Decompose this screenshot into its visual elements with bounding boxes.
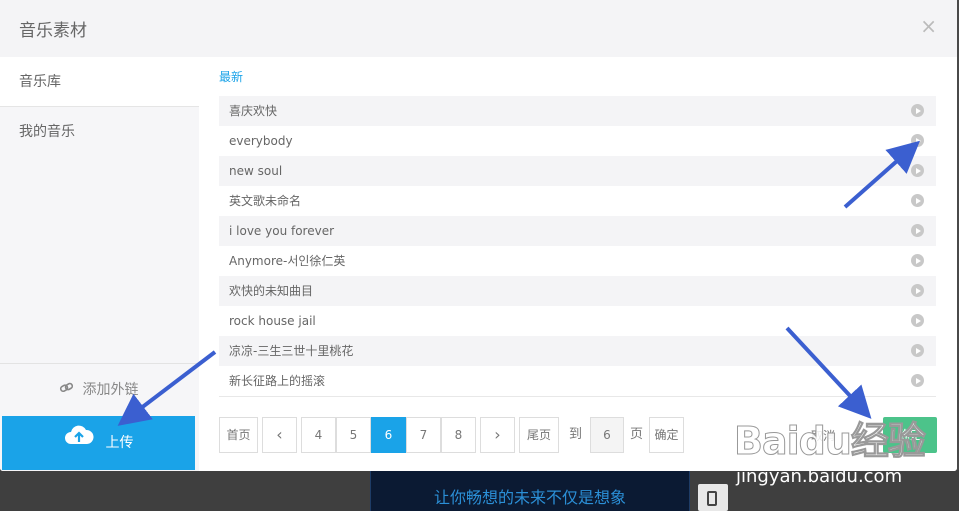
sidebar: 音乐库 我的音乐 添加外链 上传	[0, 57, 199, 471]
music-row[interactable]: i love you forever	[219, 216, 936, 246]
watermark-logo: Baidu经验	[734, 419, 927, 464]
play-icon[interactable]	[911, 194, 924, 207]
background-editor-canvas: 让你畅想的未来不仅是想象	[370, 470, 690, 511]
sidebar-item-my-music[interactable]: 我的音乐	[0, 107, 199, 157]
goto-prefix: 到	[569, 427, 583, 442]
music-row[interactable]: 新长征路上的摇滚	[219, 366, 936, 396]
music-row[interactable]: everybody	[219, 126, 936, 156]
music-row[interactable]: new soul	[219, 156, 936, 186]
music-title: 英文歌未命名	[229, 194, 302, 208]
music-title: new soul	[229, 164, 283, 178]
music-title: everybody	[229, 134, 293, 148]
modal-title: 音乐素材	[19, 21, 87, 41]
cloud-upload-icon	[64, 414, 94, 468]
baidu-watermark: Baidu经验 jingyan.baidu.com	[734, 400, 954, 495]
play-icon[interactable]	[911, 314, 924, 327]
music-row[interactable]: 喜庆欢快	[219, 96, 936, 126]
goto-page-input[interactable]	[590, 417, 624, 453]
music-title: 新长征路上的摇滚	[229, 374, 326, 388]
music-list: 喜庆欢快 everybody new soul 英文歌未命名 i love yo…	[219, 96, 936, 396]
music-title: 欢快的未知曲目	[229, 284, 314, 298]
list-divider	[219, 396, 936, 397]
pagination-last[interactable]: 尾页	[519, 417, 559, 453]
sidebar-item-music-library[interactable]: 音乐库	[0, 57, 199, 107]
modal-header: 音乐素材 ×	[0, 0, 957, 57]
link-icon	[54, 374, 81, 407]
play-icon[interactable]	[911, 284, 924, 297]
play-icon[interactable]	[911, 164, 924, 177]
music-title: Anymore-서인徐仁英	[229, 254, 346, 268]
play-icon[interactable]	[911, 254, 924, 267]
pagination-page[interactable]: 5	[336, 417, 371, 453]
background-editor-text: 让你畅想的未来不仅是想象	[433, 488, 626, 507]
music-title: rock house jail	[229, 314, 316, 328]
add-external-link-button[interactable]: 添加外链	[0, 375, 199, 405]
pagination-next[interactable]: ›	[480, 417, 515, 453]
play-icon[interactable]	[911, 134, 924, 147]
music-row[interactable]: rock house jail	[219, 306, 936, 336]
play-icon[interactable]	[911, 104, 924, 117]
phone-icon	[707, 491, 717, 506]
music-title: 凉凉-三生三世十里桃花	[229, 344, 354, 358]
pagination-page-current[interactable]: 6	[371, 417, 406, 453]
music-row[interactable]: Anymore-서인徐仁英	[219, 246, 936, 276]
play-icon[interactable]	[911, 344, 924, 357]
section-tag-latest[interactable]: 最新	[219, 68, 243, 85]
music-row[interactable]: 英文歌未命名	[219, 186, 936, 216]
goto-confirm-button[interactable]: 确定	[649, 417, 684, 453]
pagination-page[interactable]: 8	[441, 417, 476, 453]
music-title: 喜庆欢快	[229, 104, 278, 118]
pagination-page[interactable]: 7	[406, 417, 441, 453]
watermark-url: jingyan.baidu.com	[736, 466, 903, 487]
add-external-link-label: 添加外链	[82, 382, 139, 398]
sidebar-divider	[0, 363, 199, 364]
play-icon[interactable]	[911, 374, 924, 387]
pagination-prev[interactable]: ‹	[262, 417, 297, 453]
music-row[interactable]: 凉凉-三生三世十里桃花	[219, 336, 936, 366]
phone-preview-button[interactable]	[698, 484, 728, 511]
goto-suffix: 页	[630, 427, 644, 442]
play-icon[interactable]	[911, 224, 924, 237]
music-title: i love you forever	[229, 224, 335, 238]
close-icon[interactable]: ×	[920, 14, 937, 38]
pagination-first[interactable]: 首页	[219, 417, 258, 453]
upload-label: 上传	[105, 435, 134, 451]
pagination-page[interactable]: 4	[301, 417, 336, 453]
upload-button[interactable]: 上传	[2, 416, 195, 470]
music-row[interactable]: 欢快的未知曲目	[219, 276, 936, 306]
